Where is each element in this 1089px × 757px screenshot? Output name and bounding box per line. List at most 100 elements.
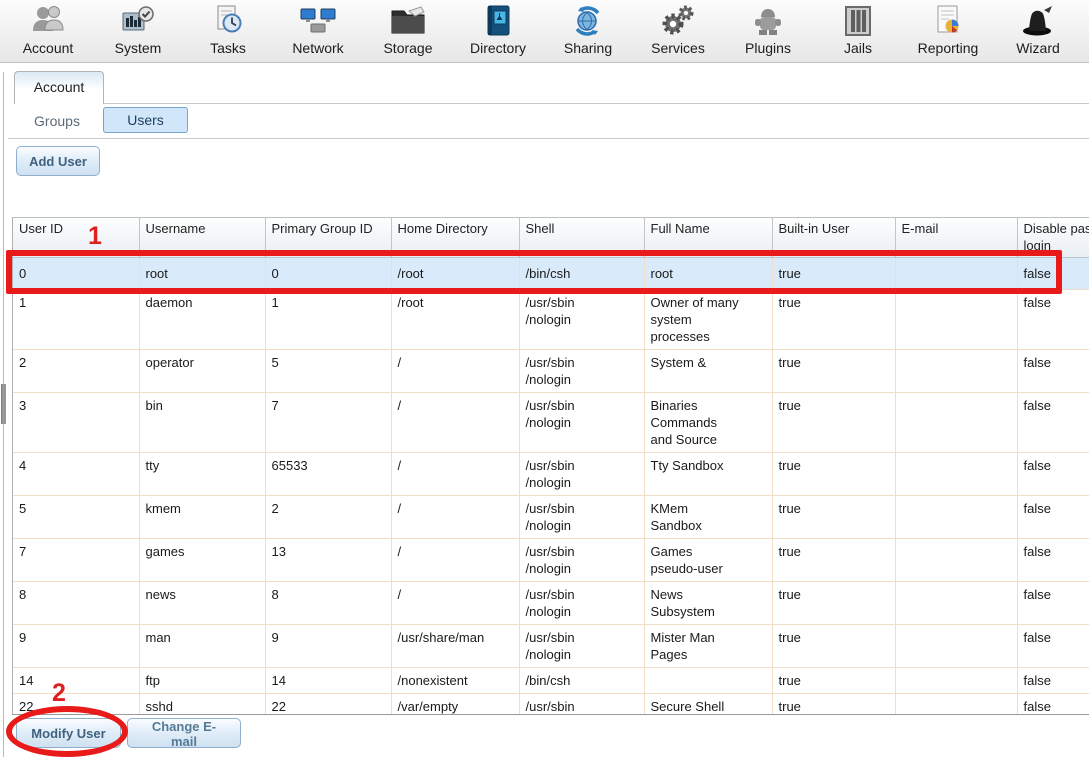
column-header-disable-password-login[interactable]: Disable password login (1017, 218, 1089, 258)
table-row[interactable]: 8news8//usr/sbin /nologinNews Subsystemt… (13, 582, 1089, 625)
cell-shell: /usr/sbin /nologin (519, 496, 644, 539)
toolbar-item-system[interactable]: System (93, 0, 183, 62)
cell-primary-group-id: 65533 (265, 453, 391, 496)
table-row[interactable]: 3bin7//usr/sbin /nologinBinaries Command… (13, 393, 1089, 453)
folder-icon (389, 2, 427, 40)
report-chart-icon (931, 2, 965, 40)
cell-username: man (139, 625, 265, 668)
table-row[interactable]: 7games13//usr/sbin /nologinGames pseudo-… (13, 539, 1089, 582)
toolbar-item-plugins[interactable]: Plugins (723, 0, 813, 62)
table-row[interactable]: 9man9/usr/share/man/usr/sbin /nologinMis… (13, 625, 1089, 668)
cell-home-directory: / (391, 350, 519, 393)
cell-primary-group-id: 1 (265, 290, 391, 350)
monitors-icon (299, 2, 337, 40)
splitter-handle[interactable] (1, 384, 6, 424)
toolbar-item-tasks[interactable]: Tasks (183, 0, 273, 62)
tab-users[interactable]: Users (103, 107, 188, 133)
users-icon (29, 2, 67, 40)
toolbar-item-label: Jails (844, 40, 872, 56)
cell-built-in-user: true (772, 694, 895, 716)
cell-primary-group-id: 9 (265, 625, 391, 668)
users-table: User IDUsernamePrimary Group IDHome Dire… (13, 218, 1089, 715)
change-email-button[interactable]: Change E-mail (127, 718, 241, 748)
toolbar-item-account[interactable]: Account (3, 0, 93, 62)
cell-username: tty (139, 453, 265, 496)
cell-disable-password-login: false (1017, 668, 1089, 694)
toolbar-item-label: Tasks (210, 40, 246, 56)
column-header-home-directory[interactable]: Home Directory (391, 218, 519, 258)
toolbar-item-reporting[interactable]: Reporting (903, 0, 993, 62)
cell-user-id: 2 (13, 350, 139, 393)
table-row[interactable]: 5kmem2//usr/sbin /nologinKMem Sandboxtru… (13, 496, 1089, 539)
cell-e-mail (895, 258, 1017, 290)
cell-built-in-user: true (772, 453, 895, 496)
cell-built-in-user: true (772, 625, 895, 668)
column-header-e-mail[interactable]: E-mail (895, 218, 1017, 258)
toolbar-item-storage[interactable]: Storage (363, 0, 453, 62)
cell-user-id: 14 (13, 668, 139, 694)
column-header-primary-group-id[interactable]: Primary Group ID (265, 218, 391, 258)
clock-document-icon (211, 2, 245, 40)
hydrant-icon (749, 2, 787, 40)
toolbar-item-directory[interactable]: Directory (453, 0, 543, 62)
table-row[interactable]: 14ftp14/nonexistent/bin/cshtruefalse (13, 668, 1089, 694)
cell-shell: /usr/sbin /nologin (519, 539, 644, 582)
cell-home-directory: /usr/share/man (391, 625, 519, 668)
cell-home-directory: / (391, 393, 519, 453)
cell-disable-password-login: false (1017, 393, 1089, 453)
cell-e-mail (895, 582, 1017, 625)
cell-e-mail (895, 453, 1017, 496)
cell-username: ftp (139, 668, 265, 694)
toolbar-item-services[interactable]: Services (633, 0, 723, 62)
cell-primary-group-id: 13 (265, 539, 391, 582)
cell-primary-group-id: 8 (265, 582, 391, 625)
column-header-shell[interactable]: Shell (519, 218, 644, 258)
cell-disable-password-login: false (1017, 453, 1089, 496)
cell-built-in-user: true (772, 539, 895, 582)
toolbar-item-jails[interactable]: Jails (813, 0, 903, 62)
cell-full-name: System & (644, 350, 772, 393)
table-row[interactable]: 1daemon1/root/usr/sbin /nologinOwner of … (13, 290, 1089, 350)
cell-username: daemon (139, 290, 265, 350)
toolbar-item-label: Network (292, 40, 343, 56)
toolbar-item-wizard[interactable]: Wizard (993, 0, 1083, 62)
tab-row-divider (104, 103, 1089, 104)
cell-full-name: Tty Sandbox (644, 453, 772, 496)
column-header-username[interactable]: Username (139, 218, 265, 258)
cell-username: news (139, 582, 265, 625)
column-header-user-id[interactable]: User ID (13, 218, 139, 258)
table-row[interactable]: 2operator5//usr/sbin /nologinSystem &tru… (13, 350, 1089, 393)
cell-shell: /usr/sbin /nologin (519, 582, 644, 625)
cell-username: games (139, 539, 265, 582)
toolbar-item-network[interactable]: Network (273, 0, 363, 62)
cell-e-mail (895, 694, 1017, 716)
gears-icon (659, 2, 697, 40)
column-header-full-name[interactable]: Full Name (644, 218, 772, 258)
toolbar-item-label: Sharing (564, 40, 612, 56)
cell-disable-password-login: false (1017, 582, 1089, 625)
users-grid: User IDUsernamePrimary Group IDHome Dire… (12, 217, 1089, 715)
toolbar-item-sharing[interactable]: Sharing (543, 0, 633, 62)
toolbar-item-label: Storage (383, 40, 432, 56)
table-row[interactable]: 22sshd22/var/empty/usr/sbin /nologinSecu… (13, 694, 1089, 716)
cell-shell: /usr/sbin /nologin (519, 694, 644, 716)
tab-account[interactable]: Account (14, 71, 104, 104)
cell-full-name (644, 668, 772, 694)
cell-e-mail (895, 668, 1017, 694)
cell-home-directory: / (391, 496, 519, 539)
toolbar-item-label: Directory (470, 40, 526, 56)
cell-disable-password-login: false (1017, 625, 1089, 668)
add-user-button[interactable]: Add User (16, 146, 100, 176)
cell-primary-group-id: 7 (265, 393, 391, 453)
modify-user-button[interactable]: Modify User (16, 718, 121, 748)
cell-home-directory: / (391, 582, 519, 625)
cell-built-in-user: true (772, 258, 895, 290)
table-row[interactable]: 0root0/root/bin/cshroottruefalse (13, 258, 1089, 290)
tab-groups[interactable]: Groups (18, 109, 96, 133)
cell-disable-password-login: false (1017, 258, 1089, 290)
cell-home-directory: /root (391, 258, 519, 290)
cell-built-in-user: true (772, 290, 895, 350)
column-header-built-in-user[interactable]: Built-in User (772, 218, 895, 258)
cell-built-in-user: true (772, 582, 895, 625)
table-row[interactable]: 4tty65533//usr/sbin /nologinTty Sandboxt… (13, 453, 1089, 496)
